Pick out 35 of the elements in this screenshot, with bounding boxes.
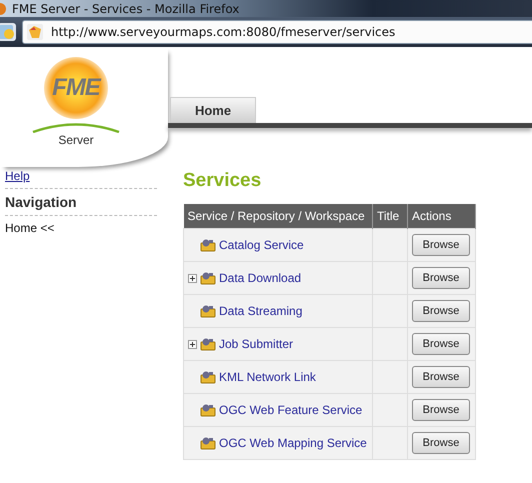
browse-button[interactable]: Browse [412,267,470,289]
service-icon [200,271,216,285]
site-icon [27,24,43,40]
expand-icon[interactable] [188,274,197,282]
expand-icon[interactable] [188,340,197,348]
service-link[interactable]: Data Download [219,271,302,285]
service-icon [200,436,216,450]
help-link[interactable]: Help [5,169,157,183]
sidebar-item[interactable]: Home << [5,221,157,235]
logo-wordmark: FME [52,74,100,102]
service-icon [200,304,216,318]
browse-button[interactable]: Browse [412,399,470,421]
sidebar-heading: Navigation [5,194,78,210]
service-icon [200,370,216,384]
column-header: Service / Repository / Workspace [184,204,372,228]
browse-button[interactable]: Browse [412,366,470,388]
service-link[interactable]: Catalog Service [219,238,304,252]
swoosh-icon [31,121,121,133]
browse-button[interactable]: Browse [412,234,470,256]
column-header: Actions [408,204,476,228]
browse-button[interactable]: Browse [412,432,470,454]
nav-tab[interactable]: Home [170,97,256,123]
service-link[interactable]: Data Streaming [219,304,302,318]
service-icon [200,238,216,252]
column-header: Title [372,204,408,228]
address-bar[interactable]: http://www.serveyourmaps.com:8080/fmeserver/services [22,20,532,44]
service-icon [200,403,216,417]
page-title: Services [183,169,262,192]
service-icon [200,337,216,351]
url-text: http://www.serveyourmaps.com:8080/fmeserver/services [51,25,396,39]
window-title: FME Server - Services - Mozilla Firefox [12,2,240,16]
logo-subtitle: Server [58,133,94,147]
browse-button[interactable]: Browse [412,300,470,322]
browse-button[interactable]: Browse [412,333,470,355]
service-link[interactable]: Job Submitter [219,337,294,351]
